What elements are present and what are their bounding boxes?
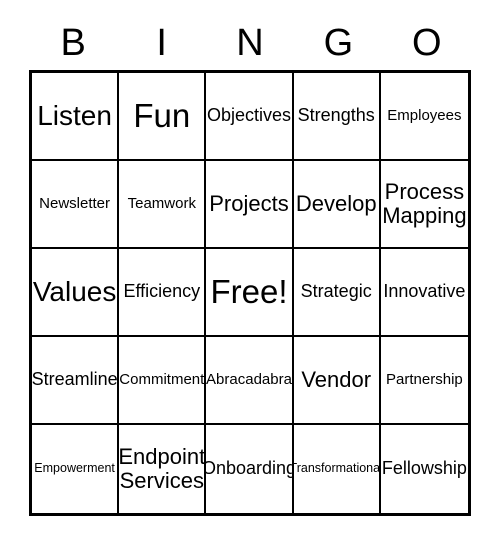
bingo-square[interactable]: Process Mapping bbox=[380, 161, 468, 249]
bingo-square-label: Commitment bbox=[119, 370, 205, 388]
bingo-square[interactable]: Commitment bbox=[119, 337, 207, 425]
bingo-square[interactable]: Listen bbox=[32, 73, 120, 161]
bingo-card: B I N G O Listen Fun Objectives Strengths Em… bbox=[0, 0, 501, 544]
bingo-square[interactable]: Streamline bbox=[32, 337, 120, 425]
header-letter-n: N bbox=[236, 22, 264, 64]
bingo-square-label: Develop bbox=[295, 191, 377, 217]
bingo-square[interactable]: Teamwork bbox=[119, 161, 207, 249]
bingo-square[interactable]: Onboarding bbox=[206, 425, 294, 513]
bingo-square-label: Strategic bbox=[300, 281, 372, 302]
bingo-square[interactable]: Values bbox=[32, 249, 120, 337]
bingo-square[interactable]: Abracadabra bbox=[206, 337, 294, 425]
bingo-square[interactable]: Fellowship bbox=[380, 425, 468, 513]
bingo-square[interactable]: Transformational bbox=[293, 425, 381, 513]
bingo-square[interactable]: Employees bbox=[380, 73, 468, 161]
bingo-square-label: Projects bbox=[209, 191, 289, 217]
bingo-square[interactable]: Develop bbox=[293, 161, 381, 249]
bingo-square-label: Fun bbox=[133, 97, 191, 135]
bingo-header: B I N G O bbox=[29, 18, 471, 68]
bingo-square-label: Efficiency bbox=[123, 281, 201, 302]
bingo-square-label: Newsletter bbox=[39, 194, 111, 212]
header-letter-o: O bbox=[412, 22, 442, 64]
bingo-square-label: Empowerment bbox=[34, 461, 115, 476]
bingo-square[interactable]: Vendor bbox=[293, 337, 381, 425]
bingo-square-label: Partnership bbox=[386, 370, 463, 388]
bingo-square-label: Values bbox=[32, 276, 117, 308]
bingo-square[interactable]: Newsletter bbox=[32, 161, 120, 249]
header-letter-b: B bbox=[60, 22, 86, 64]
bingo-square-label: Free! bbox=[210, 273, 288, 311]
header-letter-g: G bbox=[323, 22, 354, 64]
bingo-square-label: Vendor bbox=[301, 367, 372, 393]
bingo-square-label: Teamwork bbox=[127, 194, 196, 212]
bingo-square[interactable]: Strategic bbox=[293, 249, 381, 337]
bingo-square[interactable]: Innovative bbox=[380, 249, 468, 337]
bingo-square-label: Transformational bbox=[293, 461, 381, 476]
bingo-square[interactable]: Endpoint Services bbox=[119, 425, 207, 513]
bingo-square-label: Fellowship bbox=[381, 458, 467, 479]
bingo-square-label: Abracadabra bbox=[206, 370, 292, 388]
bingo-square[interactable]: Projects bbox=[206, 161, 294, 249]
bingo-square[interactable]: Efficiency bbox=[119, 249, 207, 337]
bingo-square[interactable]: Fun bbox=[119, 73, 207, 161]
bingo-square-label: Listen bbox=[37, 100, 112, 132]
bingo-square[interactable]: Strengths bbox=[293, 73, 381, 161]
bingo-square[interactable]: Partnership bbox=[380, 337, 468, 425]
bingo-square-label: Endpoint Services bbox=[119, 444, 206, 493]
bingo-square-label: Streamline bbox=[32, 369, 118, 390]
bingo-grid: Listen Fun Objectives Strengths Employees New… bbox=[29, 70, 471, 516]
bingo-square-label: Innovative bbox=[383, 281, 466, 302]
bingo-square[interactable]: Objectives bbox=[206, 73, 294, 161]
bingo-square-label: Objectives bbox=[206, 105, 292, 126]
bingo-square-label: Strengths bbox=[297, 105, 375, 126]
bingo-square-label: Employees bbox=[387, 106, 462, 124]
bingo-square[interactable]: Empowerment bbox=[32, 425, 120, 513]
header-letter-i: I bbox=[156, 22, 167, 64]
bingo-square-label: Process Mapping bbox=[382, 179, 467, 228]
bingo-free-space[interactable]: Free! bbox=[206, 249, 294, 337]
bingo-square-label: Onboarding bbox=[206, 458, 294, 479]
